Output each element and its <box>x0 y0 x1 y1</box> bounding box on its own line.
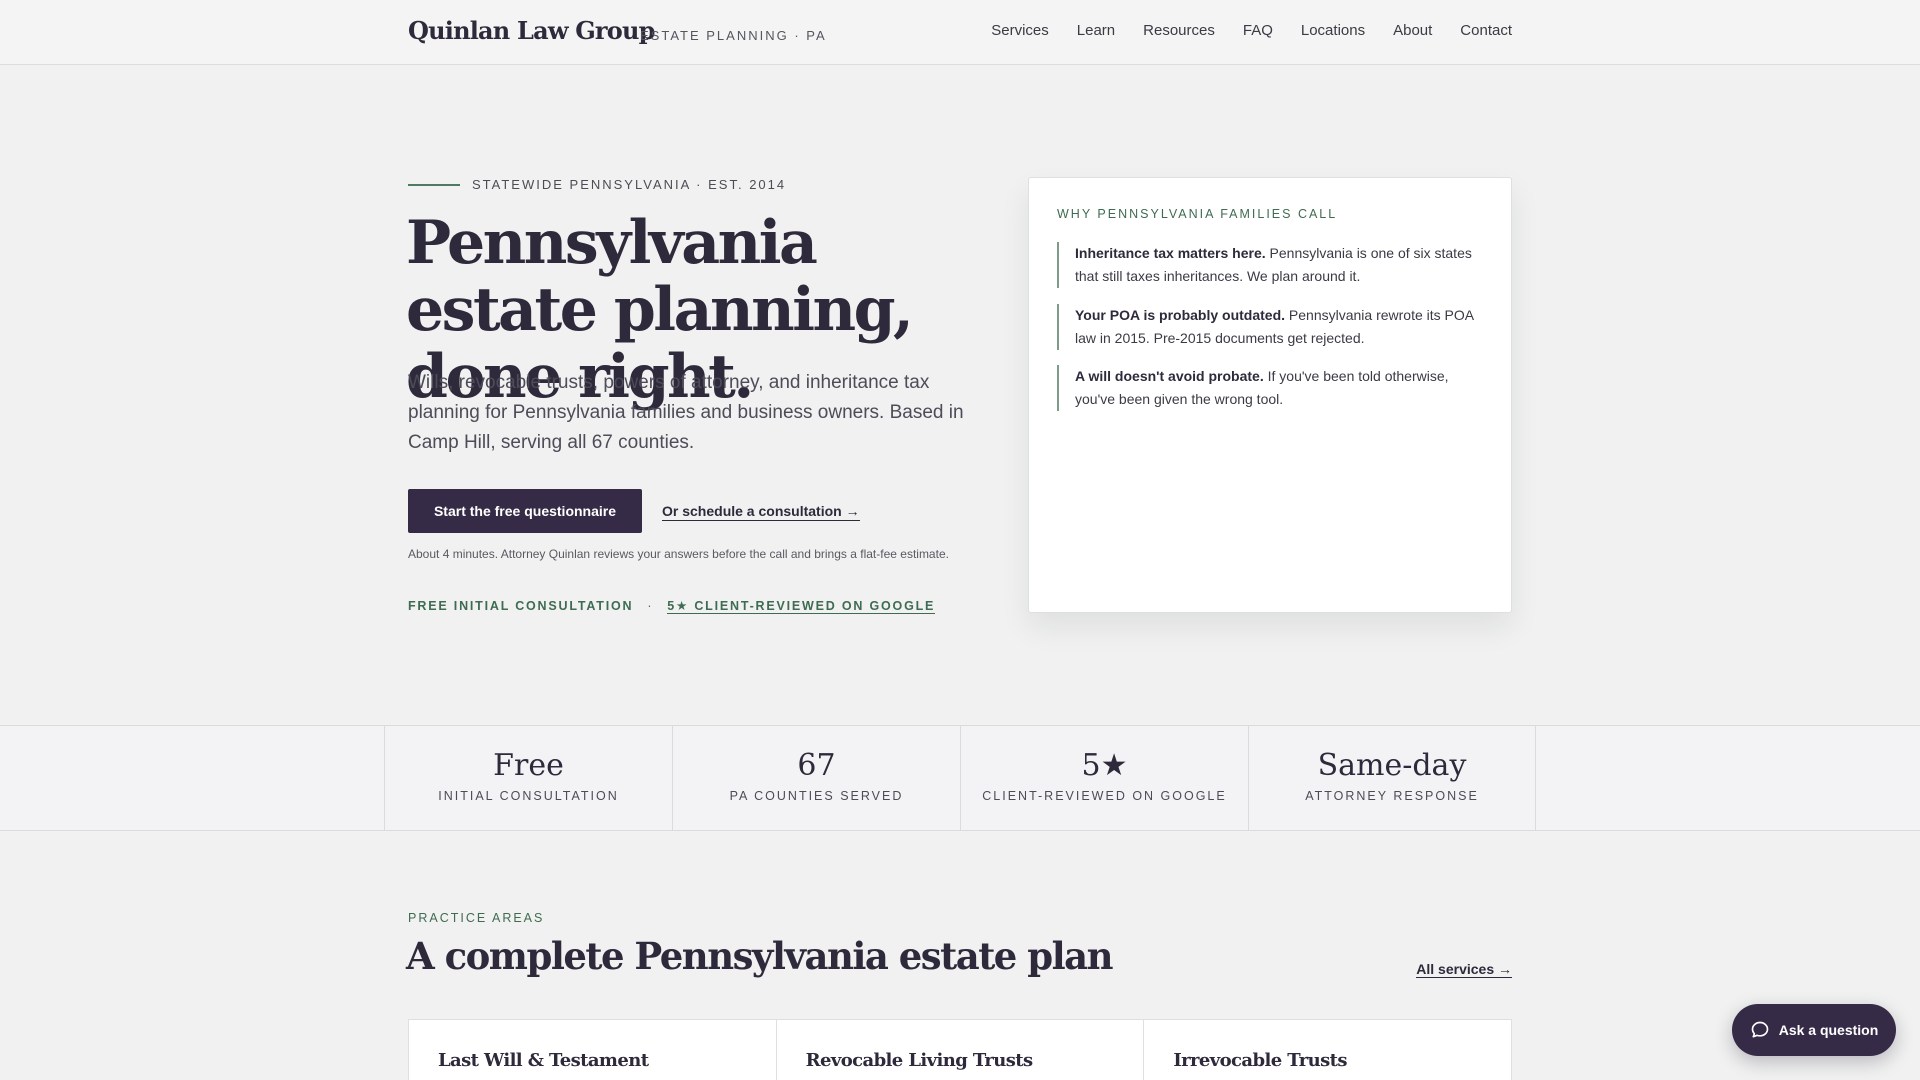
site-header: Quinlan Law Group ESTATE PLANNING · PA S… <box>0 0 1920 65</box>
trust-separator: · <box>647 599 654 613</box>
brand-tagline: ESTATE PLANNING · PA <box>640 28 827 43</box>
card-item-heading: Inheritance tax matters here. <box>1075 245 1266 261</box>
hero-eyebrow: STATEWIDE PENNSYLVANIA · EST. 2014 <box>472 177 787 192</box>
stat-counties: 67 PA COUNTIES SERVED <box>672 726 960 830</box>
main-nav: Services Learn Resources FAQ Locations A… <box>991 22 1512 39</box>
practice-title: A complete Pennsylvania estate plan <box>406 934 1114 978</box>
stat-value: 5★ <box>1081 748 1128 783</box>
stat-value: Free <box>493 748 564 783</box>
stat-response: Same-day ATTORNEY RESPONSE <box>1248 726 1536 830</box>
brand-logo[interactable]: Quinlan Law Group <box>408 16 655 45</box>
chat-bubble-icon <box>1751 1021 1769 1038</box>
start-questionnaire-button[interactable]: Start the free questionnaire <box>408 489 642 533</box>
hero-subtitle: Wills, revocable trusts, powers of attor… <box>408 372 964 453</box>
practice-card-irrevocable-trusts[interactable]: Irrevocable Trusts <box>1144 1020 1511 1080</box>
nav-faq[interactable]: FAQ <box>1243 22 1273 39</box>
card-item-heading: Your POA is probably outdated. <box>1075 307 1286 323</box>
trust-row: FREE INITIAL CONSULTATION · 5★ CLIENT-RE… <box>408 598 936 614</box>
all-services-link[interactable]: All services → <box>1416 961 1512 978</box>
stat-label: PA COUNTIES SERVED <box>729 789 904 803</box>
eyebrow-divider <box>408 184 460 186</box>
practice-card-title: Irrevocable Trusts <box>1173 1050 1347 1071</box>
card-item-inheritance-tax: Inheritance tax matters here. Pennsylvan… <box>1057 242 1477 288</box>
stat-value: Same-day <box>1317 748 1467 783</box>
nav-locations[interactable]: Locations <box>1301 22 1365 39</box>
cta-note: About 4 minutes. Attorney Quinlan review… <box>408 547 949 561</box>
practice-eyebrow: PRACTICE AREAS <box>408 911 545 925</box>
practice-card-revocable-trusts[interactable]: Revocable Living Trusts <box>777 1020 1145 1080</box>
stat-label: ATTORNEY RESPONSE <box>1305 789 1479 803</box>
why-families-call-card: WHY PENNSYLVANIA FAMILIES CALL Inheritan… <box>1028 177 1512 613</box>
nav-contact[interactable]: Contact <box>1460 22 1512 39</box>
stats-strip: Free INITIAL CONSULTATION 67 PA COUNTIES… <box>0 725 1920 831</box>
card-item-poa: Your POA is probably outdated. Pennsylva… <box>1057 304 1477 350</box>
practice-card-title: Last Will & Testament <box>438 1050 649 1071</box>
stat-consultation: Free INITIAL CONSULTATION <box>384 726 672 830</box>
nav-services[interactable]: Services <box>991 22 1049 39</box>
stat-label: INITIAL CONSULTATION <box>438 789 619 803</box>
stat-value: 67 <box>797 748 836 783</box>
ask-question-label: Ask a question <box>1778 1022 1879 1038</box>
card-item-probate: A will doesn't avoid probate. If you've … <box>1057 365 1477 411</box>
nav-resources[interactable]: Resources <box>1143 22 1215 39</box>
practice-grid: Last Will & Testament Revocable Living T… <box>408 1019 1512 1080</box>
google-reviews-link[interactable]: 5★ CLIENT-REVIEWED ON GOOGLE <box>667 598 936 614</box>
nav-learn[interactable]: Learn <box>1077 22 1115 39</box>
practice-card-title: Revocable Living Trusts <box>805 1050 1033 1071</box>
nav-about[interactable]: About <box>1393 22 1432 39</box>
schedule-consultation-link[interactable]: Or schedule a consultation → <box>662 503 860 521</box>
card-item-heading: A will doesn't avoid probate. <box>1075 368 1264 384</box>
stat-label: CLIENT-REVIEWED ON GOOGLE <box>982 789 1227 803</box>
card-eyebrow: WHY PENNSYLVANIA FAMILIES CALL <box>1057 207 1338 221</box>
practice-card-will[interactable]: Last Will & Testament <box>409 1020 777 1080</box>
ask-question-button[interactable]: Ask a question <box>1732 1004 1896 1056</box>
stat-reviews: 5★ CLIENT-REVIEWED ON GOOGLE <box>960 726 1248 830</box>
free-consultation-badge: FREE INITIAL CONSULTATION <box>408 599 634 613</box>
